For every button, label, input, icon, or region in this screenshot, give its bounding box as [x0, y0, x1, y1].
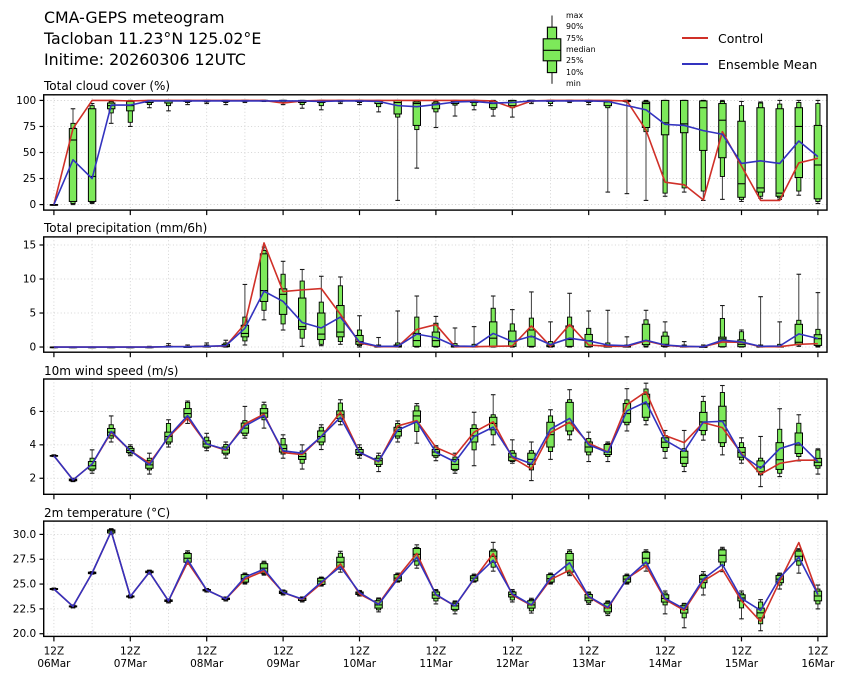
x-tick-hour-label: 12Z: [426, 646, 447, 658]
boxplot-legend-label-75: 75%: [566, 35, 584, 43]
x-tick-date-label: 10Mar: [343, 658, 377, 670]
y-tick-label: 20.0: [13, 628, 36, 640]
x-tick-date-label: 09Mar: [267, 658, 301, 670]
boxplot-legend-label-90: 90%: [566, 23, 584, 31]
panel-title-wind-speed: 10m wind speed (m/s): [44, 364, 178, 378]
meteogram-chart: 0 25 50 75 100 0 5 10 15 2 4 6 20.0 22.5 25.0 27.5 30.0 1…: [0, 0, 845, 680]
x-tick-hour-label: 12Z: [808, 646, 829, 658]
panel-title-temperature: 2m temperature (°C): [44, 506, 170, 520]
x-tick-date-label: 13Mar: [572, 658, 606, 670]
panel-title-cloud-cover: Total cloud cover (%): [44, 79, 170, 93]
meteogram-figure: 0 25 50 75 100 0 5 10 15 2 4 6 20.0 22.5 25.0 27.5 30.0 1…: [0, 0, 845, 680]
figure-location: Tacloban 11.23°N 125.02°E: [44, 29, 261, 48]
figure-title: CMA-GEPS meteogram: [44, 8, 224, 27]
box-rect: [413, 102, 420, 125]
x-tick-date-label: 15Mar: [725, 658, 759, 670]
x-tick-hour-label: 12Z: [196, 646, 217, 658]
ensemble-mean-line-swatch-icon: [682, 63, 708, 65]
box-rect: [299, 298, 306, 329]
box-rect: [88, 109, 95, 202]
box-rect: [719, 104, 726, 158]
boxplot-legend-label-max: max: [566, 12, 583, 20]
y-tick-label: 2: [30, 473, 37, 485]
boxplot-legend: max 90% 75% median 25% 10% min: [537, 8, 667, 92]
x-tick-hour-label: 12Z: [502, 646, 523, 658]
x-tick-date-label: 07Mar: [114, 658, 148, 670]
x-tick-date-label: 08Mar: [190, 658, 224, 670]
y-tick-label: 15: [23, 239, 36, 251]
box-rect: [814, 125, 821, 198]
x-tick-hour-label: 12Z: [731, 646, 752, 658]
control-line-swatch-icon: [682, 37, 708, 39]
box-rect: [566, 402, 573, 431]
x-tick-date-label: 14Mar: [649, 658, 683, 670]
y-tick-label: 4: [30, 439, 37, 451]
boxplot-legend-label-median: median: [566, 46, 596, 54]
box-rect: [776, 109, 783, 196]
x-tick-hour-label: 12Z: [655, 646, 676, 658]
boxplot-legend-label-min: min: [566, 80, 581, 88]
box-rect: [260, 254, 267, 302]
legend-control-label: Control: [718, 31, 763, 46]
x-tick-date-label: 06Mar: [37, 658, 71, 670]
box-rect: [528, 330, 535, 346]
y-tick-label: 22.5: [13, 603, 36, 615]
y-tick-label: 0: [30, 341, 37, 353]
y-tick-label: 50: [23, 147, 36, 159]
box-rect: [681, 100, 688, 132]
y-tick-label: 6: [30, 406, 37, 418]
box-rect: [719, 550, 726, 562]
x-tick-hour-label: 12Z: [578, 646, 599, 658]
boxplot-legend-glyph-icon: [537, 8, 565, 92]
x-tick-date-label: 11Mar: [419, 658, 453, 670]
boxplot-legend-label-25: 25%: [566, 57, 584, 65]
y-tick-label: 5: [30, 307, 37, 319]
y-tick-label: 25: [23, 173, 36, 185]
y-tick-label: 27.5: [13, 554, 36, 566]
y-tick-label: 100: [16, 95, 36, 107]
legend-ensemble-label: Ensemble Mean: [718, 57, 817, 72]
y-tick-label: 30.0: [13, 529, 36, 541]
x-tick-hour-label: 12Z: [273, 646, 294, 658]
x-tick-hour-label: 12Z: [349, 646, 370, 658]
box-rect: [757, 108, 764, 192]
box-rect: [566, 326, 573, 346]
figure-inittime: Initime: 20260306 12UTC: [44, 50, 246, 69]
box-rect: [44, 521, 827, 636]
x-tick-hour-label: 12Z: [44, 646, 65, 658]
x-tick-hour-label: 12Z: [120, 646, 141, 658]
box-rect: [44, 379, 827, 494]
y-tick-label: 75: [23, 121, 36, 133]
panel-title-precipitation: Total precipitation (mm/6h): [44, 221, 207, 235]
y-tick-label: 25.0: [13, 578, 36, 590]
x-tick-date-label: 12Mar: [496, 658, 530, 670]
box-rect: [700, 101, 707, 150]
x-tick-date-label: 16Mar: [801, 658, 835, 670]
y-tick-label: 10: [23, 273, 36, 285]
box-rect: [642, 102, 649, 128]
y-tick-label: 0: [30, 199, 37, 211]
box-rect: [661, 100, 668, 134]
boxplot-legend-label-10: 10%: [566, 69, 584, 77]
